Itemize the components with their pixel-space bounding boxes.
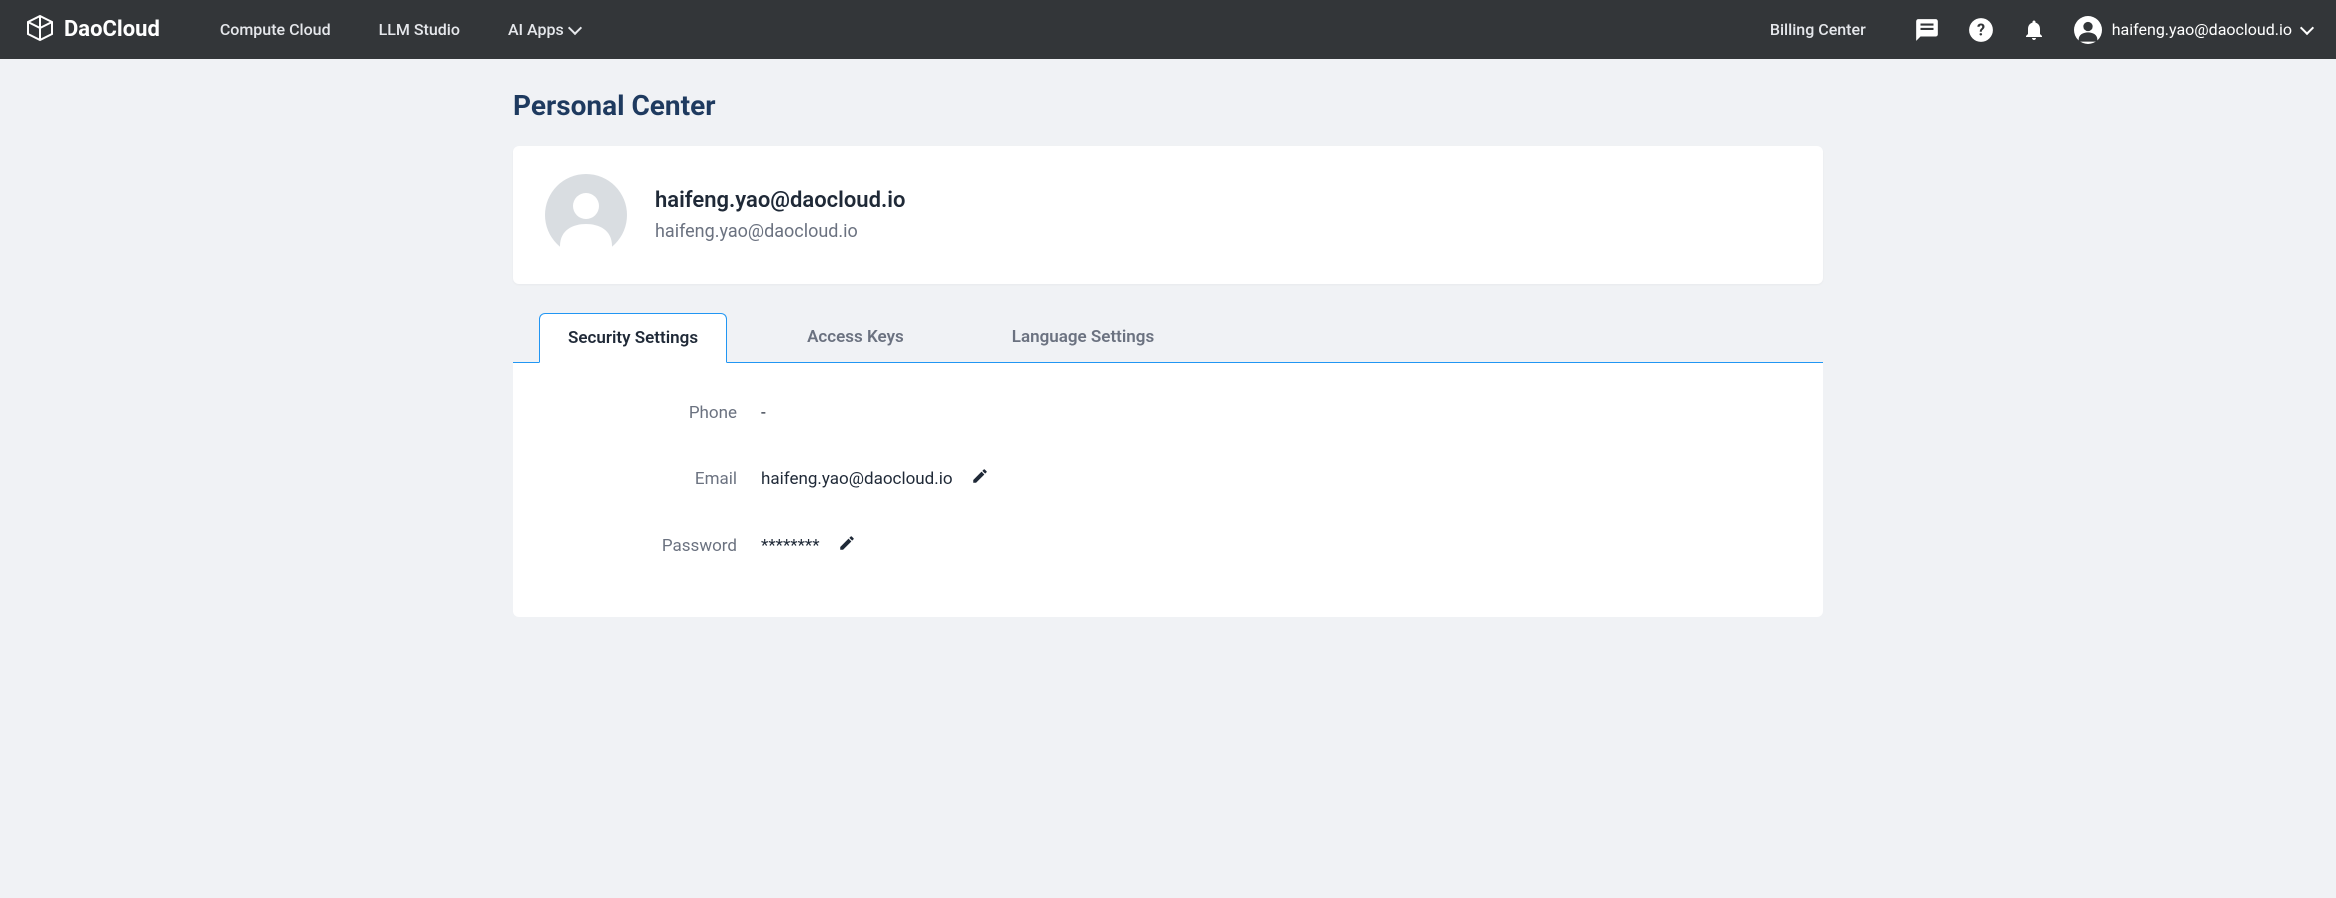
chevron-down-icon (568, 20, 582, 34)
notifications-button[interactable] (2022, 18, 2046, 42)
daocloud-logo-icon (24, 14, 56, 46)
profile-display-name: haifeng.yao@daocloud.io (655, 188, 905, 213)
help-icon: ? (1968, 17, 1994, 43)
password-value: ******** (761, 536, 820, 556)
email-label: Email (561, 469, 761, 489)
tab-content-security: Phone - Email haifeng.yao@daocloud.io (513, 363, 1823, 617)
field-row-phone: Phone - (561, 403, 1775, 423)
user-menu[interactable]: haifeng.yao@daocloud.io (2074, 16, 2312, 44)
profile-info: haifeng.yao@daocloud.io haifeng.yao@daoc… (655, 188, 905, 242)
pencil-icon (971, 467, 989, 485)
chevron-down-icon (2300, 20, 2314, 34)
user-email-label: haifeng.yao@daocloud.io (2112, 20, 2292, 39)
user-avatar-icon (2074, 16, 2102, 44)
main-nav: Compute Cloud LLM Studio AI Apps (220, 20, 1770, 39)
avatar-icon (545, 174, 627, 256)
tab-access-keys[interactable]: Access Keys (779, 313, 932, 363)
phone-value-container: - (761, 403, 766, 423)
bell-icon (2022, 18, 2046, 42)
email-value: haifeng.yao@daocloud.io (761, 469, 953, 489)
password-value-container: ******** (761, 534, 856, 557)
nav-compute-label: Compute Cloud (220, 20, 331, 39)
profile-avatar (545, 174, 627, 256)
email-value-container: haifeng.yao@daocloud.io (761, 467, 989, 490)
pencil-icon (838, 534, 856, 552)
header-right: Billing Center ? haifeng.yao@daoclou (1770, 16, 2312, 44)
profile-email: haifeng.yao@daocloud.io (655, 221, 905, 242)
message-icon (1914, 17, 1940, 43)
tab-language-settings[interactable]: Language Settings (984, 313, 1182, 363)
phone-label: Phone (561, 403, 761, 423)
brand-logo[interactable]: DaoCloud (24, 14, 160, 46)
help-button[interactable]: ? (1968, 17, 1994, 43)
tab-security-settings[interactable]: Security Settings (539, 313, 727, 363)
messages-button[interactable] (1914, 17, 1940, 43)
profile-card: haifeng.yao@daocloud.io haifeng.yao@daoc… (513, 146, 1823, 284)
svg-text:?: ? (1977, 20, 1985, 39)
top-header: DaoCloud Compute Cloud LLM Studio AI App… (0, 0, 2336, 59)
nav-compute-cloud[interactable]: Compute Cloud (220, 20, 331, 39)
field-row-password: Password ******** (561, 534, 1775, 557)
edit-email-button[interactable] (971, 467, 989, 490)
page-title: Personal Center (513, 89, 1823, 122)
nav-aiapps-label: AI Apps (508, 20, 564, 39)
nav-ai-apps[interactable]: AI Apps (508, 20, 580, 39)
password-label: Password (561, 536, 761, 556)
nav-llm-studio[interactable]: LLM Studio (379, 20, 460, 39)
nav-billing-label: Billing Center (1770, 20, 1866, 39)
brand-name: DaoCloud (64, 17, 160, 42)
edit-password-button[interactable] (838, 534, 856, 557)
nav-billing-center[interactable]: Billing Center (1770, 20, 1866, 39)
tabs-container: Security Settings Access Keys Language S… (513, 312, 1823, 617)
main-content: Personal Center haifeng.yao@daocloud.io … (513, 59, 1823, 647)
phone-value: - (761, 403, 766, 423)
tabs: Security Settings Access Keys Language S… (513, 312, 1823, 363)
field-row-email: Email haifeng.yao@daocloud.io (561, 467, 1775, 490)
nav-llm-label: LLM Studio (379, 20, 460, 39)
